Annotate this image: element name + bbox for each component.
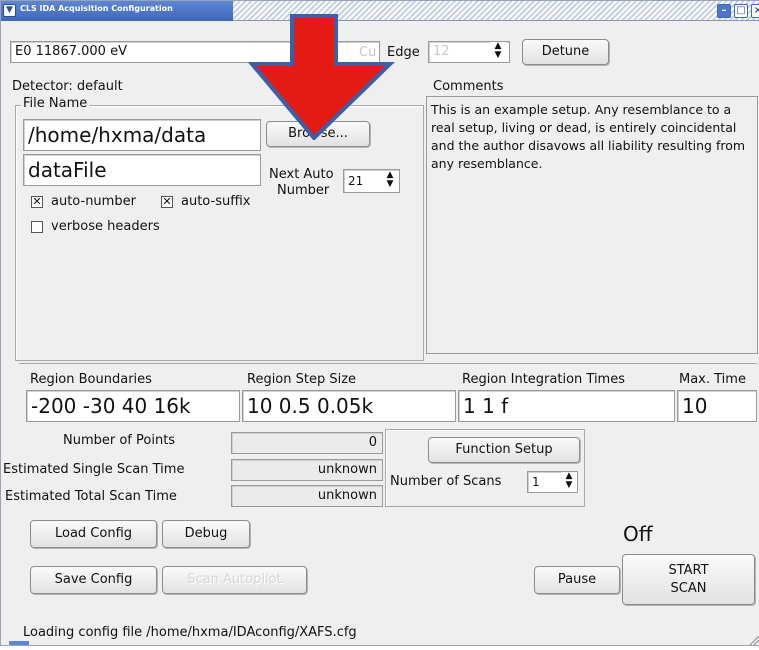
path-input[interactable]: /home/hxma/data <box>23 119 261 151</box>
number-of-points-label: Number of Points <box>63 433 176 448</box>
detector-label: Detector: default <box>12 79 123 94</box>
region-step-size-label: Region Step Size <box>247 372 357 387</box>
total-scan-time-value: unknown <box>231 485 383 507</box>
start-scan-line2: SCAN <box>670 581 707 596</box>
auto-suffix-label: auto-suffix <box>181 194 251 209</box>
total-scan-time-label: Estimated Total Scan Time <box>5 489 177 504</box>
region-boundaries-input[interactable]: -200 -30 40 16k <box>26 390 240 422</box>
scan-autopilot-button[interactable]: Scan Autopilot <box>162 566 307 594</box>
number-of-scans-value: 1 <box>532 475 540 489</box>
e0-value: 11867.000 eV <box>35 44 127 59</box>
comments-textarea[interactable]: This is an example setup. Any resemblanc… <box>426 96 758 354</box>
single-scan-time-label: Estimated Single Scan Time <box>3 462 185 477</box>
regions-separator <box>19 363 757 364</box>
close-icon[interactable]: × <box>751 4 759 18</box>
single-scan-time-value: unknown <box>231 459 383 481</box>
red-down-arrow-icon <box>248 14 395 140</box>
resize-grip-icon[interactable] <box>749 635 759 645</box>
next-auto-label: Next Auto <box>269 167 334 182</box>
number-of-scans-label: Number of Scans <box>390 474 502 489</box>
scan-status-label: Off <box>623 522 653 546</box>
load-config-button[interactable]: Load Config <box>30 520 157 548</box>
e0-label: E0 <box>15 44 32 59</box>
number-of-scans-spin-arrows-icon[interactable]: ▲ ▼ <box>561 472 577 492</box>
status-bar-message: Loading config file /home/hxma/IDAconfig… <box>23 625 357 640</box>
maximize-icon[interactable]: □ <box>734 4 748 18</box>
region-integration-input[interactable]: 1 1 f <box>458 390 675 422</box>
auto-number-label: auto-number <box>51 194 136 209</box>
next-auto-value: 21 <box>348 174 364 188</box>
auto-suffix-checkbox[interactable]: ✕ <box>161 196 173 208</box>
max-time-input[interactable]: 10 <box>677 390 757 422</box>
next-auto-spin-arrows-icon[interactable]: ▲ ▼ <box>382 171 398 191</box>
window-menu-icon[interactable]: ▼ <box>3 4 16 17</box>
verbose-headers-label: verbose headers <box>51 219 160 234</box>
region-integration-label: Region Integration Times <box>462 372 625 387</box>
detune-button[interactable]: Detune <box>522 39 609 65</box>
function-setup-button[interactable]: Function Setup <box>428 437 580 463</box>
start-scan-button[interactable]: START SCAN <box>622 554 755 605</box>
file-name-legend: File Name <box>21 96 90 111</box>
window-title: CLS IDA Acquisition Configuration <box>20 4 173 13</box>
auto-number-checkbox[interactable]: ✕ <box>31 196 43 208</box>
region-boundaries-label: Region Boundaries <box>30 372 152 387</box>
minimize-icon[interactable]: – <box>717 4 731 18</box>
verbose-headers-checkbox[interactable] <box>31 221 43 233</box>
number-of-points-value: 0 <box>231 432 383 454</box>
start-scan-line1: START <box>668 563 709 578</box>
edge-spin-arrows-icon[interactable]: ▲ ▼ <box>490 42 506 62</box>
comments-label: Comments <box>433 79 504 94</box>
max-time-label: Max. Time <box>679 372 746 387</box>
filename-input[interactable]: dataFile <box>23 154 261 186</box>
window-corner-accent <box>9 641 29 645</box>
save-config-button[interactable]: Save Config <box>30 566 157 594</box>
next-auto-number-label: Number <box>277 183 330 198</box>
region-step-size-input[interactable]: 10 0.5 0.05k <box>242 390 456 422</box>
pause-button[interactable]: Pause <box>534 566 620 594</box>
debug-button[interactable]: Debug <box>162 520 250 548</box>
edge-value: 12 <box>433 44 450 59</box>
